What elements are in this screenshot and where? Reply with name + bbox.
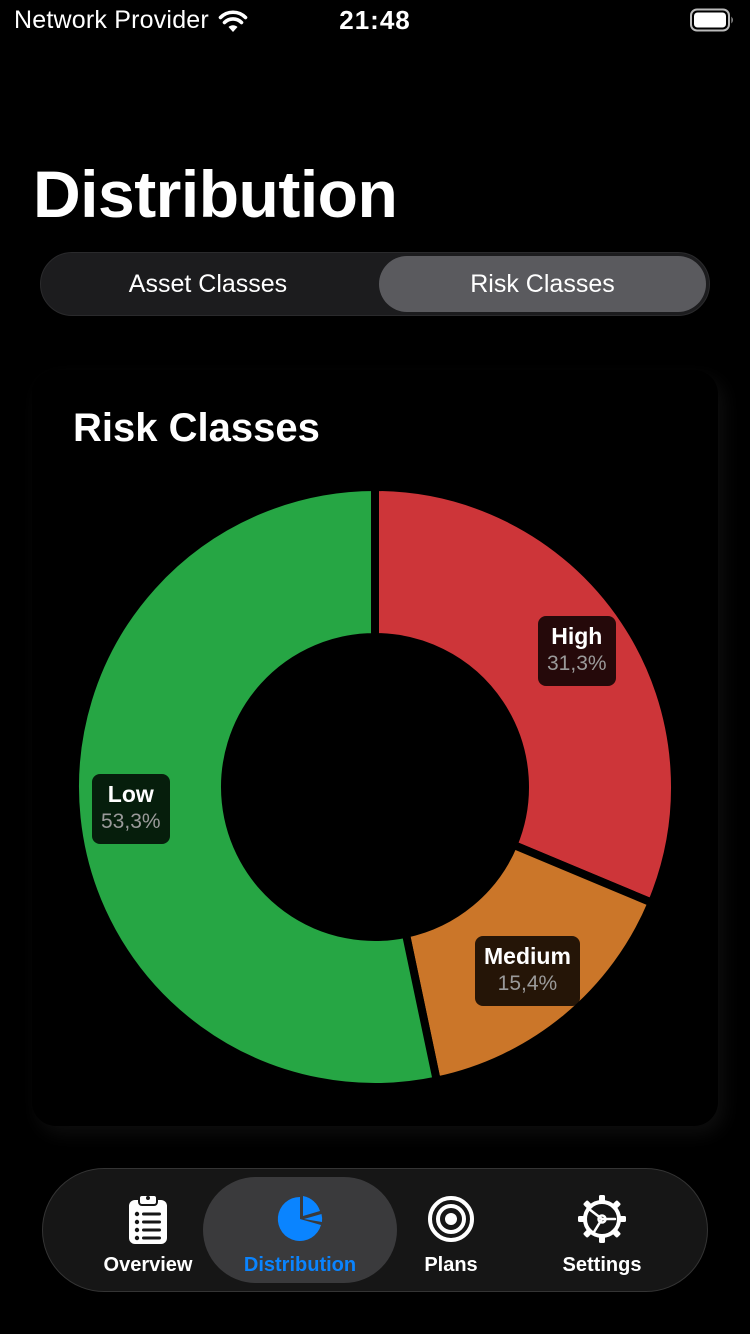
- slice-label-percent: 31,3%: [547, 652, 607, 675]
- clipboard-list-icon: [129, 1194, 167, 1244]
- tab-distribution[interactable]: Distribution: [203, 1177, 397, 1283]
- tab-label: Distribution: [243, 1254, 357, 1276]
- segmented-control: Asset Classes Risk Classes: [40, 252, 710, 316]
- tab-label: Plans: [424, 1254, 478, 1276]
- tab-settings[interactable]: Settings: [521, 1177, 683, 1283]
- slice-label-percent: 15,4%: [497, 972, 558, 995]
- gear-icon: [578, 1195, 626, 1243]
- donut-slice-high: [371, 482, 679, 908]
- slice-label-name: High: [551, 623, 603, 649]
- slice-label-percent: 53,3%: [101, 810, 161, 833]
- status-time: 21:48: [339, 5, 411, 35]
- slice-label-name: Low: [107, 781, 154, 807]
- tab-bar: Overview Distribution Plans Settings: [42, 1168, 708, 1292]
- tab-plans[interactable]: Plans: [373, 1177, 529, 1283]
- slice-label-low: Low 53,3%: [92, 774, 170, 844]
- status-bar: Network Provider 21:48: [0, 0, 750, 42]
- segment-risk-classes[interactable]: Risk Classes: [379, 256, 706, 312]
- target-icon: [428, 1196, 474, 1242]
- slice-label-name: Medium: [484, 943, 571, 969]
- chart-card: Risk Classes High 31,3% Medium 15,4% Low…: [32, 370, 718, 1126]
- donut-chart: [71, 482, 679, 1091]
- battery-icon: [690, 8, 733, 32]
- tab-label: Settings: [562, 1254, 642, 1276]
- page-title: Distribution: [33, 157, 398, 231]
- slice-label-high: High 31,3%: [538, 616, 616, 686]
- segment-asset-classes[interactable]: Asset Classes: [44, 256, 372, 312]
- pie-chart-icon: [277, 1196, 323, 1241]
- slice-label-medium: Medium 15,4%: [475, 936, 580, 1006]
